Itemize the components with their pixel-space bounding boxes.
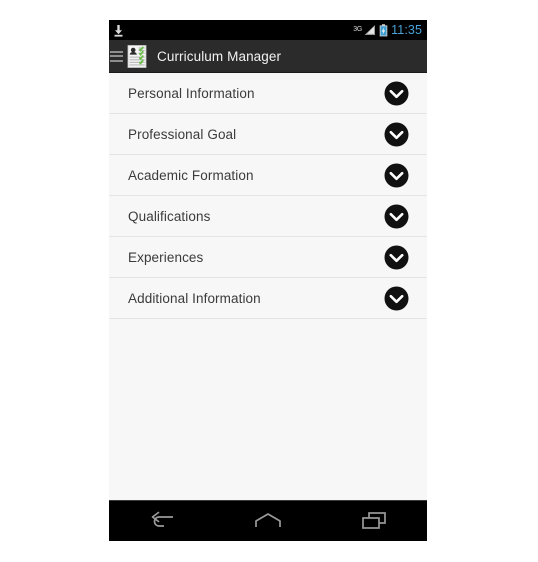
nav-home-button[interactable] [242,506,294,536]
action-bar: Curriculum Manager [109,40,427,73]
list-item-label: Experiences [128,249,204,265]
list-item-personal-information[interactable]: Personal Information [109,73,427,114]
list-item-experiences[interactable]: Experiences [109,237,427,278]
status-bar-right: 3G 11:35 [353,22,422,37]
back-arrow-icon [151,511,173,527]
status-bar: 3G 11:35 [109,20,427,40]
page-title: Curriculum Manager [157,48,282,64]
list-item-academic-formation[interactable]: Academic Formation [109,155,427,196]
home-icon [255,513,281,527]
battery-charging-icon [379,23,388,36]
list-item-label: Personal Information [128,85,255,101]
status-bar-left [113,24,124,37]
list-item-additional-information[interactable]: Additional Information [109,278,427,319]
download-icon [114,24,123,37]
list-item-label: Professional Goal [128,126,237,142]
list-item-label: Additional Information [128,290,261,306]
chevron-down-circle-icon[interactable] [384,163,409,188]
nav-back-button[interactable] [136,506,188,536]
system-navigation-bar [109,500,427,541]
signal-bars-icon [364,25,376,35]
nav-recents-button[interactable] [348,506,400,536]
list-item-qualifications[interactable]: Qualifications [109,196,427,237]
list-item-label: Academic Formation [128,167,254,183]
chevron-down-circle-icon[interactable] [384,245,409,270]
section-list: Personal Information Professional Goal A… [109,73,427,319]
curriculum-document-icon [127,44,147,68]
recent-apps-icon [362,512,386,529]
phone-screen: 3G 11:35 Curriculum Manager Personal Inf… [109,20,427,541]
status-bar-clock: 11:35 [391,22,422,37]
chevron-down-circle-icon[interactable] [384,122,409,147]
list-item-professional-goal[interactable]: Professional Goal [109,114,427,155]
signal-indicator: 3G [353,24,376,36]
network-type-label: 3G [353,26,363,33]
hamburger-menu-icon[interactable] [109,50,125,62]
list-item-label: Qualifications [128,208,211,224]
chevron-down-circle-icon[interactable] [384,286,409,311]
chevron-down-circle-icon[interactable] [384,81,409,106]
chevron-down-circle-icon[interactable] [384,204,409,229]
